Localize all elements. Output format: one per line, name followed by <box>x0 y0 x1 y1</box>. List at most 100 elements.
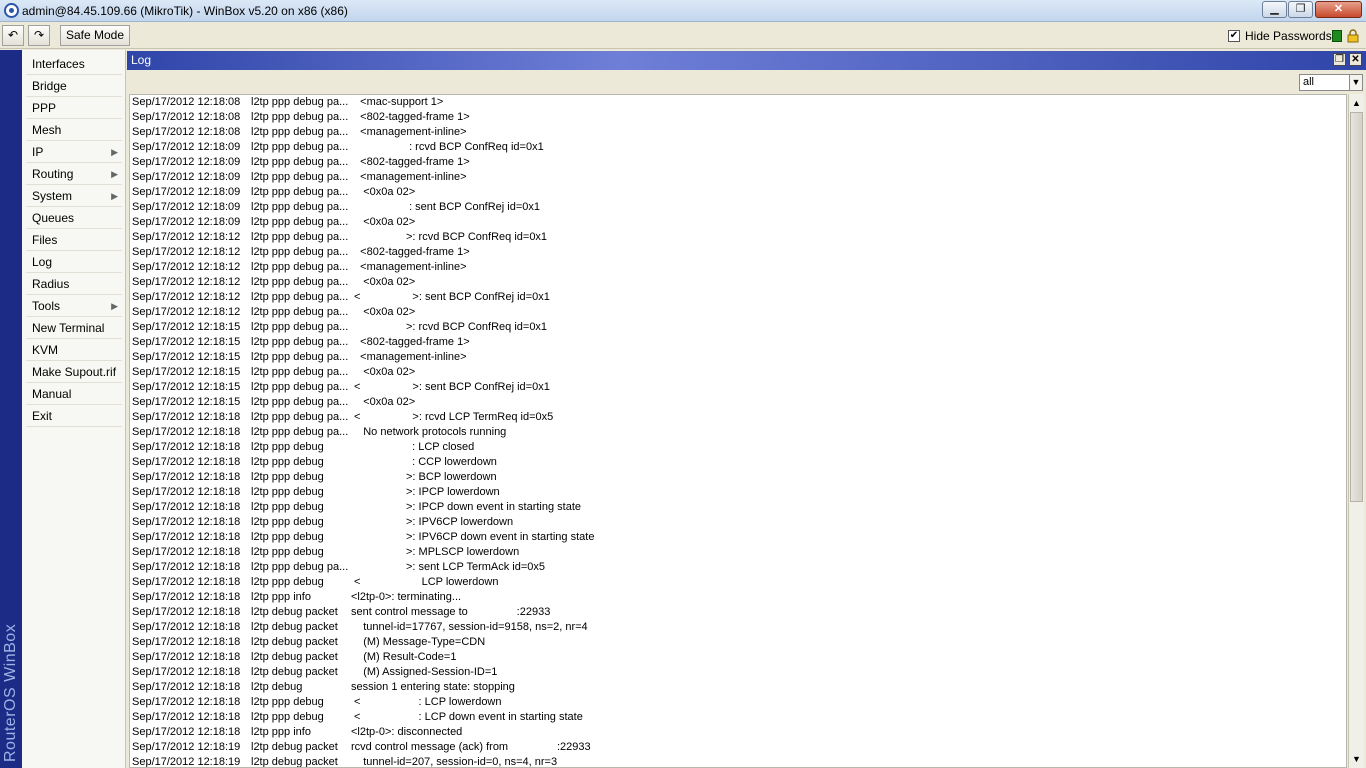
log-message: <management-inline> <box>351 351 467 363</box>
sidebar-item-routing[interactable]: Routing ▶ <box>22 163 126 185</box>
log-row[interactable]: Sep/17/2012 12:18:18 l2tp ppp debug < LCP… <box>130 575 1346 590</box>
log-row[interactable]: Sep/17/2012 12:18:18 l2tp ppp debug : CCP… <box>130 455 1346 470</box>
minimize-button[interactable]: ▁ <box>1262 1 1287 18</box>
sidebar-item-interfaces[interactable]: Interfaces <box>22 53 126 75</box>
log-row[interactable]: Sep/17/2012 12:18:12 l2tp ppp debug pa...… <box>130 245 1346 260</box>
restore-window-icon[interactable]: ❐ <box>1333 53 1346 66</box>
log-row[interactable]: Sep/17/2012 12:18:18 l2tp ppp debug pa...… <box>130 410 1346 425</box>
close-log-icon[interactable]: ✕ <box>1349 53 1362 66</box>
sidebar-item-exit[interactable]: Exit <box>22 405 126 427</box>
log-row[interactable]: Sep/17/2012 12:18:18 l2tp ppp debug < : L… <box>130 695 1346 710</box>
main-toolbar: ↶ ↷ Safe Mode ✔ Hide Passwords <box>0 22 1366 49</box>
log-row[interactable]: Sep/17/2012 12:18:18 l2tp ppp debug >: BC… <box>130 470 1346 485</box>
log-message: session 1 entering state: stopping <box>351 681 515 693</box>
hide-passwords-checkbox[interactable]: ✔ <box>1228 30 1240 42</box>
sidebar-item-manual[interactable]: Manual <box>22 383 126 405</box>
log-row[interactable]: Sep/17/2012 12:18:18 l2tp ppp debug >: MP… <box>130 545 1346 560</box>
log-row[interactable]: Sep/17/2012 12:18:18 l2tp ppp debug pa...… <box>130 425 1346 440</box>
log-row[interactable]: Sep/17/2012 12:18:12 l2tp ppp debug pa...… <box>130 290 1346 305</box>
log-row[interactable]: Sep/17/2012 12:18:09 l2tp ppp debug pa...… <box>130 155 1346 170</box>
hide-passwords-toggle[interactable]: ✔ Hide Passwords <box>1228 29 1332 43</box>
log-row[interactable]: Sep/17/2012 12:18:15 l2tp ppp debug pa...… <box>130 350 1346 365</box>
log-row[interactable]: Sep/17/2012 12:18:12 l2tp ppp debug pa...… <box>130 305 1346 320</box>
log-row[interactable]: Sep/17/2012 12:18:19 l2tp debug packet rcv… <box>130 740 1346 755</box>
log-window: Log ❐ ✕ all ▼ Sep/17/2012 12:18:08 l2tp p… <box>127 50 1366 768</box>
sidebar-item-kvm[interactable]: KVM <box>22 339 126 361</box>
sidebar-menu: Interfaces Bridge PPP Mesh IP ▶ Routing ▶ System… <box>22 50 126 768</box>
log-message: <0x0a 02> <box>351 306 416 318</box>
scroll-thumb[interactable] <box>1350 112 1363 502</box>
log-row[interactable]: Sep/17/2012 12:18:18 l2tp ppp debug >: IP… <box>130 515 1346 530</box>
log-row[interactable]: Sep/17/2012 12:18:18 l2tp ppp info <l2tp-0… <box>130 725 1346 740</box>
safe-mode-button[interactable]: Safe Mode <box>60 25 130 46</box>
sidebar-item-mesh[interactable]: Mesh <box>22 119 126 141</box>
sidebar-item-make-supout-rif[interactable]: Make Supout.rif <box>22 361 126 383</box>
log-message: sent control message to :22933 <box>351 606 551 618</box>
log-row[interactable]: Sep/17/2012 12:18:19 l2tp debug packet tu… <box>130 755 1346 768</box>
undo-button[interactable]: ↶ <box>2 25 24 46</box>
log-topics: l2tp ppp debug pa... <box>251 96 349 108</box>
log-row[interactable]: Sep/17/2012 12:18:15 l2tp ppp debug pa...… <box>130 320 1346 335</box>
log-row[interactable]: Sep/17/2012 12:18:18 l2tp debug packet sen… <box>130 605 1346 620</box>
log-row[interactable]: Sep/17/2012 12:18:12 l2tp ppp debug pa...… <box>130 260 1346 275</box>
log-scrollbar[interactable]: ▲ ▼ <box>1348 94 1364 768</box>
submenu-arrow-icon: ▶ <box>111 147 118 157</box>
log-topics: l2tp debug packet <box>251 756 338 768</box>
log-row[interactable]: Sep/17/2012 12:18:18 l2tp ppp info <l2tp-0… <box>130 590 1346 605</box>
log-row[interactable]: Sep/17/2012 12:18:18 l2tp ppp debug >: IP… <box>130 530 1346 545</box>
log-row[interactable]: Sep/17/2012 12:18:09 l2tp ppp debug pa...… <box>130 185 1346 200</box>
sidebar-item-new-terminal[interactable]: New Terminal <box>22 317 126 339</box>
log-row[interactable]: Sep/17/2012 12:18:09 l2tp ppp debug pa...… <box>130 200 1346 215</box>
scroll-up-arrow-icon[interactable]: ▲ <box>1349 96 1364 110</box>
log-row[interactable]: Sep/17/2012 12:18:08 l2tp ppp debug pa...… <box>130 125 1346 140</box>
log-time: Sep/17/2012 12:18:15 <box>132 366 241 378</box>
sidebar-item-bridge[interactable]: Bridge <box>22 75 126 97</box>
sidebar-item-log[interactable]: Log <box>22 251 126 273</box>
log-topics: l2tp ppp debug <box>251 441 324 453</box>
redo-button[interactable]: ↷ <box>28 25 50 46</box>
log-filter-select[interactable]: all <box>1299 74 1350 91</box>
close-window-button[interactable]: ✕ <box>1315 1 1362 18</box>
sidebar-item-queues[interactable]: Queues <box>22 207 126 229</box>
log-message: tunnel-id=17767, session-id=9158, ns=2, … <box>351 621 588 633</box>
log-topics: l2tp ppp debug pa... <box>251 396 349 408</box>
log-row[interactable]: Sep/17/2012 12:18:18 l2tp debug packet tu… <box>130 620 1346 635</box>
log-row[interactable]: Sep/17/2012 12:18:18 l2tp ppp debug pa...… <box>130 560 1346 575</box>
log-topics: l2tp ppp debug <box>251 576 324 588</box>
log-message: <802-tagged-frame 1> <box>351 111 470 123</box>
log-row[interactable]: Sep/17/2012 12:18:18 l2tp debug packet (M… <box>130 635 1346 650</box>
sidebar-item-files[interactable]: Files <box>22 229 126 251</box>
sidebar-item-tools[interactable]: Tools ▶ <box>22 295 126 317</box>
log-row[interactable]: Sep/17/2012 12:18:18 l2tp debug packet (M… <box>130 665 1346 680</box>
log-row[interactable]: Sep/17/2012 12:18:15 l2tp ppp debug pa...… <box>130 395 1346 410</box>
log-row[interactable]: Sep/17/2012 12:18:18 l2tp debug session 1 … <box>130 680 1346 695</box>
log-row[interactable]: Sep/17/2012 12:18:18 l2tp ppp debug : LCP… <box>130 440 1346 455</box>
log-time: Sep/17/2012 12:18:12 <box>132 231 241 243</box>
sidebar-item-label: Interfaces <box>32 57 85 71</box>
log-row[interactable]: Sep/17/2012 12:18:08 l2tp ppp debug pa...… <box>130 110 1346 125</box>
log-row[interactable]: Sep/17/2012 12:18:18 l2tp ppp debug < : L… <box>130 710 1346 725</box>
sidebar-item-system[interactable]: System ▶ <box>22 185 126 207</box>
log-row[interactable]: Sep/17/2012 12:18:15 l2tp ppp debug pa...… <box>130 335 1346 350</box>
sidebar-item-label: Tools <box>32 299 61 313</box>
log-row[interactable]: Sep/17/2012 12:18:12 l2tp ppp debug pa...… <box>130 230 1346 245</box>
log-row[interactable]: Sep/17/2012 12:18:09 l2tp ppp debug pa...… <box>130 215 1346 230</box>
log-row[interactable]: Sep/17/2012 12:18:09 l2tp ppp debug pa...… <box>130 140 1346 155</box>
log-row[interactable]: Sep/17/2012 12:18:18 l2tp ppp debug >: IP… <box>130 500 1346 515</box>
log-message: < >: sent BCP ConfRej id=0x1 <box>351 381 550 393</box>
sidebar-item-ip[interactable]: IP ▶ <box>22 141 126 163</box>
log-row[interactable]: Sep/17/2012 12:18:12 l2tp ppp debug pa...… <box>130 275 1346 290</box>
sidebar-item-radius[interactable]: Radius <box>22 273 126 295</box>
log-row[interactable]: Sep/17/2012 12:18:09 l2tp ppp debug pa...… <box>130 170 1346 185</box>
log-row[interactable]: Sep/17/2012 12:18:15 l2tp ppp debug pa...… <box>130 380 1346 395</box>
log-row[interactable]: Sep/17/2012 12:18:18 l2tp ppp debug >: IP… <box>130 485 1346 500</box>
log-message: : rcvd BCP ConfReq id=0x1 <box>351 141 544 153</box>
sidebar-item-ppp[interactable]: PPP <box>22 97 126 119</box>
maximize-button[interactable]: ❐ <box>1288 1 1313 18</box>
log-row[interactable]: Sep/17/2012 12:18:15 l2tp ppp debug pa...… <box>130 365 1346 380</box>
chevron-down-icon[interactable]: ▼ <box>1349 74 1363 91</box>
scroll-down-arrow-icon[interactable]: ▼ <box>1349 752 1364 766</box>
log-list[interactable]: Sep/17/2012 12:18:08 l2tp ppp debug pa...… <box>129 94 1347 768</box>
log-row[interactable]: Sep/17/2012 12:18:08 l2tp ppp debug pa...… <box>130 95 1346 110</box>
log-row[interactable]: Sep/17/2012 12:18:18 l2tp debug packet (M… <box>130 650 1346 665</box>
